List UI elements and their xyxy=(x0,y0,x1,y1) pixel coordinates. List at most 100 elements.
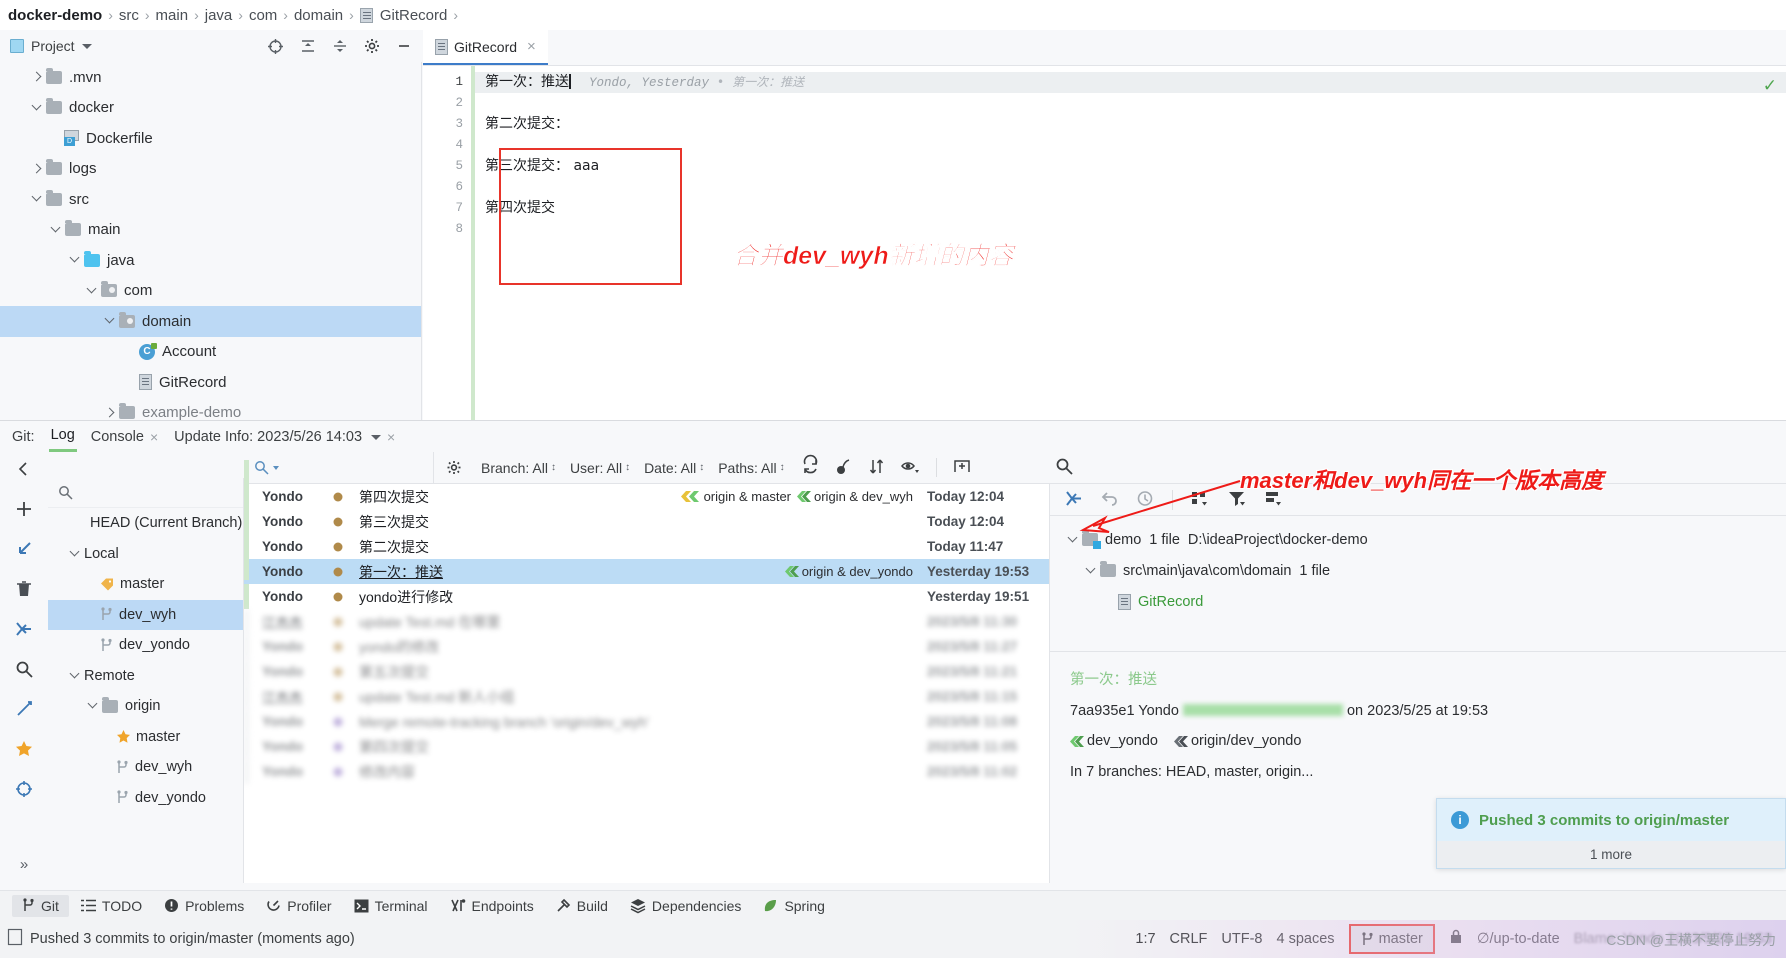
breadcrumb-item-java[interactable]: java xyxy=(205,7,233,24)
vcs-up-to-date[interactable]: ∅/up-to-date xyxy=(1477,931,1560,947)
back-icon[interactable] xyxy=(13,458,35,480)
lock-icon[interactable] xyxy=(1449,929,1463,949)
log-search-input[interactable] xyxy=(244,451,434,484)
tree-item[interactable]: main xyxy=(0,215,421,246)
tree-item[interactable]: logs xyxy=(0,154,421,185)
search-icon[interactable] xyxy=(13,658,35,680)
notification-popup[interactable]: i Pushed 3 commits to origin/master 1 mo… xyxy=(1436,798,1786,869)
breadcrumb-item-src[interactable]: src xyxy=(119,7,139,24)
table-row[interactable]: Yondo Merge remote-tracking branch 'orig… xyxy=(244,709,1049,734)
branch-local-dev-yondo[interactable]: dev_yondo xyxy=(48,630,243,661)
status-message[interactable]: Pushed 3 commits to origin/master (momen… xyxy=(30,931,355,947)
chevron-down-icon[interactable] xyxy=(49,223,63,237)
chevron-down-icon[interactable] xyxy=(85,284,99,298)
tree-item[interactable]: GitRecord xyxy=(0,367,421,398)
chevron-down-icon[interactable] xyxy=(1084,564,1098,578)
tree-item[interactable]: com xyxy=(0,276,421,307)
tree-item-domain[interactable]: domain xyxy=(0,306,421,337)
indent-setting[interactable]: 4 spaces xyxy=(1277,931,1335,947)
close-icon[interactable]: × xyxy=(387,429,395,445)
line-separator[interactable]: CRLF xyxy=(1170,931,1208,947)
table-row[interactable]: Yondo 修改内容 2023/5/8 11:02 xyxy=(244,759,1049,784)
chevron-down-icon[interactable] xyxy=(86,699,100,713)
new-tab-icon[interactable] xyxy=(935,458,971,477)
changes-node-file[interactable]: GitRecord xyxy=(1050,586,1786,617)
table-row[interactable]: Yondo 第五次提交 2023/5/8 11:21 xyxy=(244,659,1049,684)
branch-remote-origin[interactable]: origin xyxy=(48,691,243,722)
tree-item[interactable]: .mvn xyxy=(0,62,421,93)
table-row[interactable]: Yondo 第四次提交 origin & master origin & dev… xyxy=(244,484,1049,509)
inspection-status-icon[interactable]: ✓ xyxy=(1763,76,1777,96)
tab-update-info[interactable]: Update Info: 2023/5/26 14:03 xyxy=(174,429,362,445)
event-log-icon[interactable] xyxy=(7,928,23,949)
table-row[interactable]: Yondo 第二次提交 Today 11:47 xyxy=(244,534,1049,559)
pull-icon[interactable] xyxy=(13,538,35,560)
delete-icon[interactable] xyxy=(13,578,35,600)
rebase-icon[interactable] xyxy=(13,698,35,720)
filter-date[interactable]: Date: All ↕ xyxy=(637,460,711,476)
chevron-right-icon[interactable] xyxy=(103,406,117,420)
table-row[interactable]: Yondo yondo进行修改 Yesterday 19:51 xyxy=(244,584,1049,609)
editor-body[interactable]: 1 2 3 4 5 6 7 8 第一次：推送 Yondo, Yesterday • 第… xyxy=(423,66,1786,420)
favorite-star-icon[interactable] xyxy=(13,738,35,760)
branch-head[interactable]: HEAD (Current Branch) xyxy=(48,508,243,539)
branch-origin-dev-yondo[interactable]: dev_yondo xyxy=(48,783,243,814)
tree-item[interactable]: docker xyxy=(0,93,421,124)
code-line[interactable]: 第一次：推送 Yondo, Yesterday • 第一次：推送 xyxy=(475,72,1786,93)
table-row[interactable]: 江杰杰 update Test.md 在哪里 2023/5/8 11:30 xyxy=(244,609,1049,634)
close-icon[interactable]: × xyxy=(527,38,536,55)
locate-icon[interactable] xyxy=(13,778,35,800)
branch-group-remote[interactable]: Remote xyxy=(48,661,243,692)
commit-list[interactable]: Yondo 第四次提交 origin & master origin & dev… xyxy=(244,484,1050,883)
notification-more[interactable]: 1 more xyxy=(1437,841,1785,868)
gear-icon[interactable] xyxy=(364,38,380,54)
sort-icon[interactable] xyxy=(868,458,885,478)
collapse-all-icon[interactable] xyxy=(332,38,348,54)
breadcrumb-item-main[interactable]: main xyxy=(156,7,189,24)
tab-log[interactable]: Log xyxy=(48,427,77,452)
filter-branch[interactable]: Branch: All ↕ xyxy=(474,460,563,476)
chevron-right-icon[interactable] xyxy=(30,162,44,176)
caret-position[interactable]: 1:7 xyxy=(1135,931,1155,947)
tool-button-profiler[interactable]: Profiler xyxy=(256,895,341,917)
code-line[interactable]: 第二次提交： xyxy=(475,114,1786,135)
tab-console[interactable]: Console xyxy=(91,429,144,445)
expand-all-icon[interactable] xyxy=(300,38,316,54)
table-row-selected[interactable]: Yondo 第一次：推送 origin & dev_yondo Yesterda… xyxy=(244,559,1049,584)
chevron-down-icon[interactable] xyxy=(371,434,382,440)
tree-item[interactable]: C Account xyxy=(0,337,421,368)
log-settings-gear-icon[interactable] xyxy=(434,460,474,476)
chevron-down-icon[interactable] xyxy=(68,253,82,267)
tool-button-problems[interactable]: Problems xyxy=(154,895,254,917)
table-row[interactable]: Yondo yondo的修改 2023/5/8 11:27 xyxy=(244,634,1049,659)
tool-button-endpoints[interactable]: Endpoints xyxy=(440,895,544,917)
chevron-down-icon[interactable] xyxy=(30,101,44,115)
chevron-down-icon[interactable] xyxy=(30,192,44,206)
refresh-icon[interactable] xyxy=(802,454,819,478)
tool-button-git[interactable]: Git xyxy=(12,894,69,917)
tool-button-terminal[interactable]: Terminal xyxy=(344,895,438,917)
tree-item[interactable]: src xyxy=(0,184,421,215)
branch-local-master[interactable]: master xyxy=(48,569,243,600)
chevron-down-icon[interactable] xyxy=(81,43,92,49)
cherry-pick-icon[interactable] xyxy=(835,458,852,478)
tab-gitrecord[interactable]: GitRecord × xyxy=(423,30,548,65)
more-icon[interactable]: » xyxy=(13,853,35,875)
table-row[interactable]: 江杰杰 update Test.md 新人小组 2023/5/8 11:15 xyxy=(244,684,1049,709)
branch-group-local[interactable]: Local xyxy=(48,539,243,570)
git-branches-panel[interactable]: HEAD (Current Branch) Local master dev_w… xyxy=(48,478,244,883)
branch-search-input[interactable] xyxy=(48,478,243,508)
status-branch-widget[interactable]: master xyxy=(1348,924,1435,954)
code-line[interactable] xyxy=(475,93,1786,114)
project-panel-title[interactable]: Project xyxy=(31,38,75,54)
tool-button-dependencies[interactable]: Dependencies xyxy=(620,895,752,917)
chevron-down-icon[interactable] xyxy=(273,465,279,470)
tree-item[interactable]: java xyxy=(0,245,421,276)
branch-origin-master[interactable]: master xyxy=(48,722,243,753)
merge-icon[interactable] xyxy=(13,618,35,640)
tool-button-spring[interactable]: Spring xyxy=(753,895,834,917)
close-icon[interactable]: × xyxy=(150,429,158,445)
tool-button-todo[interactable]: TODO xyxy=(71,895,152,917)
chevron-right-icon[interactable] xyxy=(30,70,44,84)
file-encoding[interactable]: UTF-8 xyxy=(1221,931,1262,947)
